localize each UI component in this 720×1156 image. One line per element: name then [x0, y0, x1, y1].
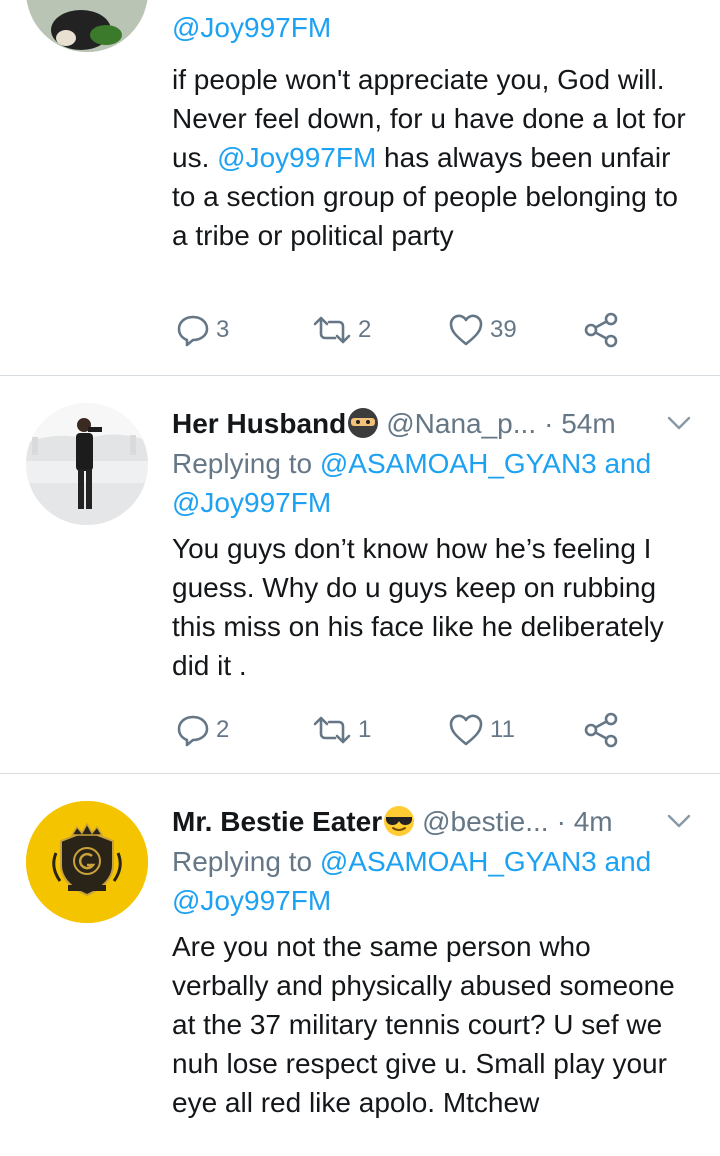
- ninja-emoji: [348, 407, 379, 438]
- tweet-1[interactable]: @Joy997FM if people won't appreciate you…: [0, 0, 720, 375]
- avatar[interactable]: [26, 801, 148, 923]
- reply-button[interactable]: 3: [176, 310, 229, 350]
- replying-to-line: Replying to @ASAMOAH_GYAN3 and @Joy997FM: [172, 842, 692, 920]
- replying-to-label: Replying to: [172, 846, 320, 877]
- user-handle[interactable]: @bestie...: [422, 806, 548, 837]
- share-icon: [584, 712, 618, 748]
- mention-link[interactable]: @Joy997FM: [172, 885, 331, 916]
- timestamp[interactable]: · 4m: [557, 806, 613, 837]
- display-name[interactable]: Mr. Bestie Eater: [172, 806, 382, 837]
- mention-link[interactable]: @Joy997FM: [172, 12, 331, 43]
- retweet-count: 2: [358, 316, 372, 343]
- retweet-count: 1: [358, 716, 372, 743]
- replying-to-line: Replying to @ASAMOAH_GYAN3 and @Joy997FM: [172, 444, 692, 522]
- retweet-icon: [313, 716, 351, 744]
- chevron-down-icon[interactable]: [666, 410, 692, 436]
- like-count: 11: [490, 716, 515, 743]
- tweet-header: Mr. Bestie Eater @bestie... · 4m: [172, 802, 692, 842]
- mention-link[interactable]: @ASAMOAH_GYAN3: [320, 846, 597, 877]
- reply-button[interactable]: 2: [176, 710, 229, 750]
- display-name[interactable]: Her Husband: [172, 408, 346, 439]
- like-icon: [449, 714, 483, 746]
- tweet-text: Are you not the same person who verbally…: [172, 931, 675, 1118]
- tweet-3[interactable]: Mr. Bestie Eater @bestie... · 4m Replying …: [0, 774, 720, 1156]
- reply-icon: [177, 315, 209, 347]
- replying-to-line: @Joy997FM: [172, 8, 692, 47]
- replying-to-label: Replying to: [172, 448, 320, 479]
- reply-count: 2: [216, 716, 230, 743]
- share-button[interactable]: [582, 710, 620, 750]
- mention-link[interactable]: @Joy997FM: [172, 487, 331, 518]
- tweet-2[interactable]: Her Husband @Nana_p... · 54m Replying to @…: [0, 376, 720, 773]
- avatar[interactable]: [26, 403, 148, 525]
- tweet-text: You guys don’t know how he’s feeling I g…: [172, 533, 664, 681]
- share-button[interactable]: [582, 310, 620, 350]
- user-handle[interactable]: @Nana_p...: [386, 408, 536, 439]
- share-icon: [584, 312, 618, 348]
- reply-count: 3: [216, 316, 230, 343]
- retweet-button[interactable]: 2: [312, 310, 371, 350]
- tweet-actions: 2 1 11: [172, 710, 642, 750]
- mention-link[interactable]: @Joy997FM: [217, 142, 376, 173]
- reply-icon: [177, 715, 209, 747]
- sunglasses-emoji: [384, 805, 415, 836]
- retweet-icon: [313, 316, 351, 344]
- replying-and: and: [596, 448, 652, 479]
- avatar[interactable]: [26, 0, 148, 52]
- like-button[interactable]: 11: [448, 710, 515, 750]
- tweet-actions: 3 2 39: [172, 310, 642, 350]
- timestamp[interactable]: · 54m: [544, 408, 616, 439]
- avatar-photo: [26, 403, 148, 525]
- retweet-button[interactable]: 1: [312, 710, 371, 750]
- tweet-text: if people won't appreciate you, God will…: [172, 60, 692, 255]
- mention-link[interactable]: @ASAMOAH_GYAN3: [320, 448, 597, 479]
- tweet-header: Her Husband @Nana_p... · 54m: [172, 404, 692, 444]
- avatar-photo: [26, 0, 148, 52]
- chevron-down-icon[interactable]: [666, 808, 692, 834]
- replying-and: and: [596, 846, 652, 877]
- avatar-logo: [26, 801, 148, 923]
- like-button[interactable]: 39: [448, 310, 517, 350]
- like-icon: [449, 314, 483, 346]
- like-count: 39: [490, 316, 517, 343]
